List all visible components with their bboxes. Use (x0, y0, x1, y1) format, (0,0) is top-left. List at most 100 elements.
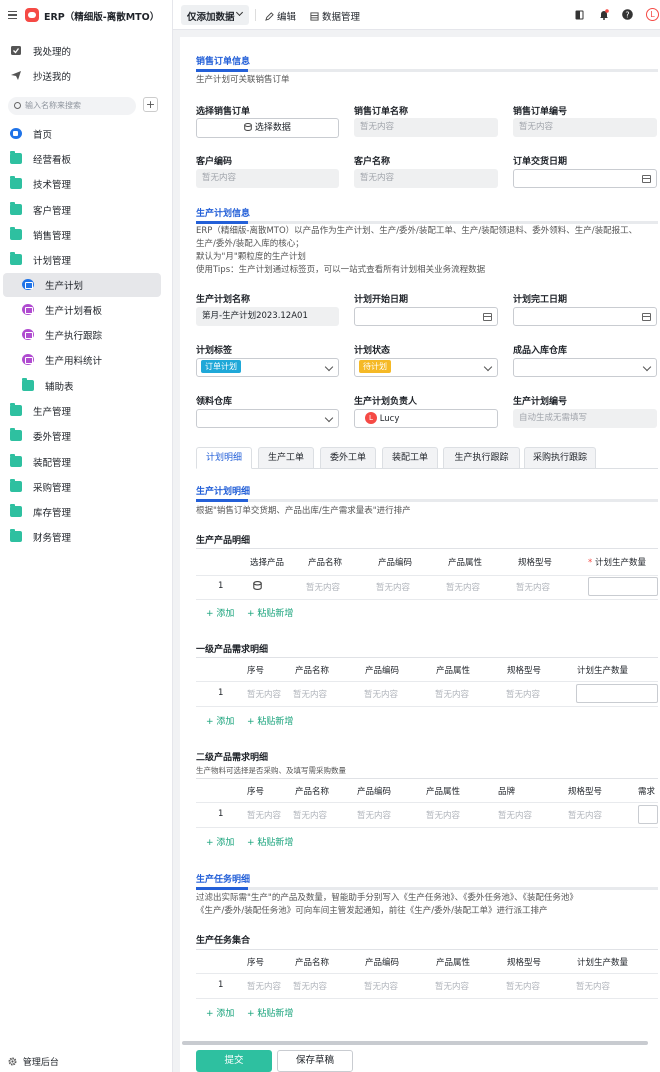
data-manage-button[interactable]: 数据管理 (310, 9, 360, 23)
tab-exec-track[interactable]: 生产执行跟踪 (443, 447, 520, 469)
plan-status-select[interactable]: 待计划 (354, 358, 498, 377)
sidebar-item-production[interactable]: 生产管理 (0, 399, 173, 423)
tab-assembly-order[interactable]: 装配工单 (382, 447, 438, 469)
save-draft-button[interactable]: 保存草稿 (277, 1050, 353, 1072)
sidebar-item-planning[interactable]: 计划管理 (0, 248, 173, 272)
plan-start-picker[interactable] (354, 307, 498, 326)
sidebar-item-assembly[interactable]: 装配管理 (0, 450, 173, 474)
sidebar-item-aux[interactable]: 辅助表 (0, 374, 173, 398)
cell: 暂无内容 (293, 811, 328, 821)
table3-desc: 生产物料可选择是否采购、及填写需采购数量 (196, 766, 346, 775)
cell: 暂无内容 (247, 690, 282, 700)
folder-icon (10, 529, 22, 542)
material-wh-select[interactable] (196, 409, 339, 428)
add-label: 添加 (216, 838, 235, 848)
th: 产品编码 (365, 958, 400, 968)
delivery-date-picker[interactable] (513, 169, 657, 188)
th: 品牌 (498, 787, 516, 797)
add-item-button[interactable]: + (143, 97, 158, 112)
search-icon (14, 102, 21, 109)
order-name-field[interactable]: 暂无内容 (354, 118, 498, 137)
tab-plan-detail[interactable]: 计划明细 (196, 447, 252, 469)
section-underline (196, 887, 658, 890)
tab-outsource-order[interactable]: 委外工单 (320, 447, 376, 469)
sidebar-item-label: 我处理的 (33, 47, 72, 58)
sidebar-item-finance[interactable]: 财务管理 (0, 525, 173, 549)
help-icon[interactable]: ? (622, 9, 633, 20)
user-avatar[interactable]: L (646, 8, 659, 21)
sidebar-item-outsource[interactable]: 委外管理 (0, 424, 173, 448)
add-row-button[interactable]: + 添加 (206, 714, 234, 727)
sidebar-item-purchase[interactable]: 采购管理 (0, 475, 173, 499)
add-row-button[interactable]: + 添加 (206, 1006, 234, 1019)
sidebar-item-processed[interactable]: 我处理的 (0, 39, 173, 63)
section-title-detail: 生产计划明细 (196, 487, 251, 497)
cell: 暂无内容 (576, 982, 611, 992)
bell-icon[interactable] (599, 9, 609, 20)
row-divider (196, 802, 658, 803)
paste-add-button[interactable]: + 粘贴新增 (247, 835, 293, 848)
sidebar-item-tech[interactable]: 技术管理 (0, 172, 173, 196)
sidebar-item-exec-track[interactable]: 生产执行跟踪 (0, 323, 173, 347)
th-required: * 计划生产数量 (588, 558, 646, 568)
plan-status-value: 待计划 (359, 360, 391, 373)
table3-title: 二级产品需求明细 (196, 753, 269, 763)
edit-button[interactable]: 编辑 (265, 9, 296, 23)
app-title[interactable]: ERP（精细版-离散MTO） (44, 9, 159, 23)
customer-name-field[interactable]: 暂无内容 (354, 169, 498, 188)
chevron-down-icon (642, 362, 652, 372)
quantity-input[interactable] (588, 577, 658, 596)
quantity-input[interactable] (576, 684, 658, 703)
warehouse-in-select[interactable] (513, 358, 657, 377)
row-divider (196, 973, 658, 974)
tab-purchase-track[interactable]: 采购执行跟踪 (524, 447, 596, 469)
plan-name-field[interactable]: 第月-生产计划2023.12A01 (196, 307, 339, 326)
th-label: 计划生产数量 (594, 558, 646, 568)
customer-code-field[interactable]: 暂无内容 (196, 169, 339, 188)
database-icon (244, 123, 252, 132)
sidebar-item-dashboard[interactable]: 经营看板 (0, 147, 173, 171)
paste-add-button[interactable]: + 粘贴新增 (247, 606, 293, 619)
order-no-field[interactable]: 暂无内容 (513, 118, 657, 137)
section-underline (196, 499, 658, 502)
tab-production-order[interactable]: 生产工单 (258, 447, 314, 469)
book-icon[interactable] (575, 10, 584, 20)
sidebar-item-customer[interactable]: 客户管理 (0, 198, 173, 222)
menu-icon[interactable] (8, 11, 17, 19)
plan-no-field[interactable]: 自动生成无需填写 (513, 409, 657, 428)
plan-desc-4: 使用Tips：生产计划通过标签页，可以一站式查看所有计划相关业务流程数据 (196, 265, 486, 275)
paste-add-button[interactable]: + 粘贴新增 (247, 1006, 293, 1019)
plan-status-label: 计划状态 (354, 346, 391, 356)
select-product-icon[interactable] (253, 581, 262, 590)
submit-button[interactable]: 提交 (196, 1050, 272, 1072)
sidebar-item-home[interactable]: 首页 (0, 122, 173, 146)
sidebar-item-label: 首页 (33, 130, 53, 141)
select-data-button[interactable]: 选择数据 (196, 118, 339, 138)
sidebar-item-cc[interactable]: 抄送我的 (0, 64, 173, 88)
add-row-button[interactable]: + 添加 (206, 606, 234, 619)
sidebar-item-material-stats[interactable]: 生产用料统计 (0, 348, 173, 372)
sidebar-item-production-plan[interactable]: 生产计划 (3, 273, 161, 297)
admin-link[interactable]: 管理后台 (8, 1055, 59, 1068)
sidebar-item-label: 生产管理 (33, 407, 72, 418)
th: 产品属性 (436, 958, 471, 968)
owner-field[interactable]: L Lucy (354, 409, 498, 428)
plan-desc-1: ERP（精细版-离散MTO）以产品作为生产计划、生产/委外/装配工单、生产/装配… (196, 226, 638, 236)
paste-label: 粘贴新增 (257, 1009, 294, 1019)
plan-end-picker[interactable] (513, 307, 657, 326)
mode-dropdown[interactable]: 仅添加数据 (181, 5, 249, 25)
paste-add-button[interactable]: + 粘贴新增 (247, 714, 293, 727)
board-icon (22, 354, 34, 365)
add-row-button[interactable]: + 添加 (206, 835, 234, 848)
th: 产品编码 (365, 666, 400, 676)
sidebar-search-input[interactable]: 输入名称来搜索 (8, 97, 136, 115)
data-manage-label: 数据管理 (322, 12, 361, 23)
sidebar-item-plan-board[interactable]: 生产计划看板 (0, 298, 173, 322)
quantity-input[interactable] (638, 805, 658, 824)
sidebar-item-sales[interactable]: 销售管理 (0, 223, 173, 247)
plan-tag-select[interactable]: 订单计划 (196, 358, 339, 377)
app-logo-icon (25, 8, 39, 22)
horizontal-scrollbar[interactable] (182, 1041, 648, 1045)
paste-label: 粘贴新增 (257, 717, 294, 727)
sidebar-item-inventory[interactable]: 库存管理 (0, 500, 173, 524)
